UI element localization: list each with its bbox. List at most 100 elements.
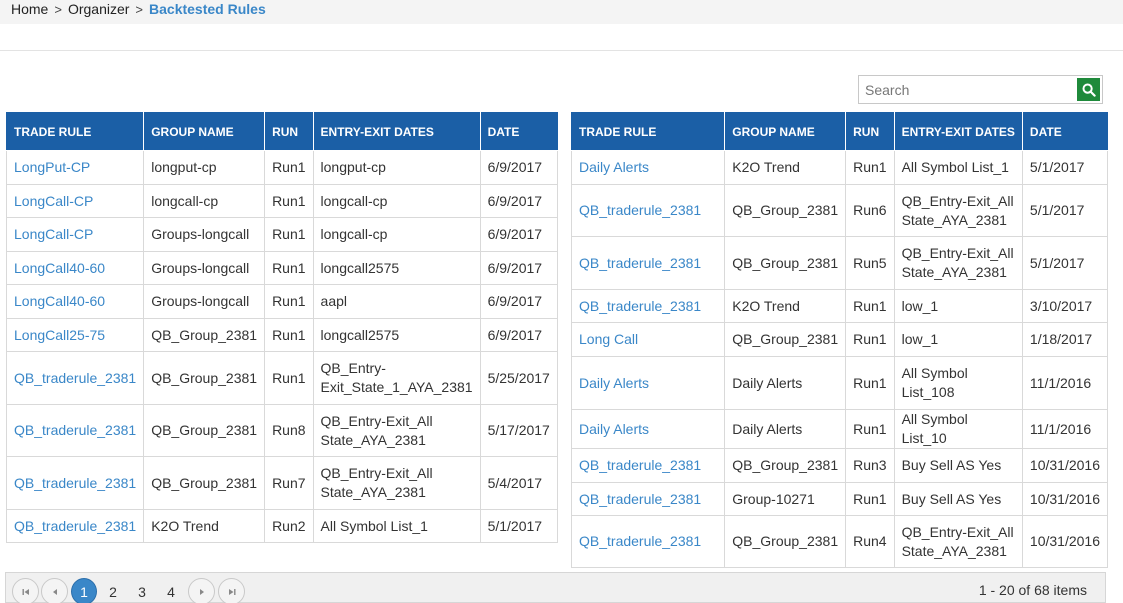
breadcrumb-organizer[interactable]: Organizer [68,1,129,17]
column-header-trade-rule[interactable]: TRADE RULE [570,112,726,151]
page-link-3[interactable]: 3 [129,578,155,603]
date-cell: 6/9/2017 [479,251,558,285]
date-cell: 5/1/2017 [1021,236,1109,290]
trade-rule-link[interactable]: LongCall25-75 [5,318,145,352]
trade-rule-link[interactable]: QB_traderule_2381 [570,482,726,516]
column-header-entry-exit-dates[interactable]: ENTRY-EXIT DATES [893,112,1023,151]
table-row: LongCall-CP Groups-longcall Run1 longcall-c… [5,217,558,252]
pager: 1 2 3 4 1 - 20 of 68 items [5,572,1106,603]
entry-exit-dates-cell: QB_Entry-Exit_All State_AYA_2381 [893,184,1023,237]
group-name-cell: longcall-cp [143,184,266,218]
table-header-row: TRADE RULE GROUP NAME RUN ENTRY-EXIT DAT… [5,112,558,151]
trade-rule-link[interactable]: QB_traderule_2381 [570,236,726,290]
group-name-cell: Daily Alerts [724,356,847,410]
table-row: QB_traderule_2381 QB_Group_2381 Run4 QB_Ent… [570,515,1109,568]
prev-page-button[interactable] [41,578,68,603]
group-name-cell: K2O Trend [724,289,847,323]
group-name-cell: QB_Group_2381 [724,184,847,237]
table-row: Daily Alerts Daily Alerts Run1 All Symbol L… [570,356,1109,410]
date-cell: 6/9/2017 [479,150,558,185]
table-header-row: TRADE RULE GROUP NAME RUN ENTRY-EXIT DAT… [570,112,1109,151]
trade-rule-link[interactable]: LongCall-CP [5,217,145,252]
trade-rule-link[interactable]: LongCall-CP [5,184,145,218]
table-row: Daily Alerts K2O Trend Run1 All Symbol List… [570,150,1109,185]
trade-rule-link[interactable]: LongCall40-60 [5,251,145,285]
entry-exit-dates-cell: longcall-cp [312,217,481,252]
run-cell: Run1 [264,351,314,405]
table-row: QB_traderule_2381 K2O Trend Run1 low_1 3/10/… [570,289,1109,323]
breadcrumb-home[interactable]: Home [11,1,48,17]
breadcrumb-separator: > [135,1,144,17]
column-header-trade-rule[interactable]: TRADE RULE [5,112,145,151]
table-row: QB_traderule_2381 QB_Group_2381 Run5 QB_Ent… [570,236,1109,290]
trade-rule-link[interactable]: LongCall40-60 [5,284,145,319]
run-cell: Run1 [845,409,895,449]
entry-exit-dates-cell: longput-cp [312,150,481,185]
trade-rule-link[interactable]: QB_traderule_2381 [5,509,145,543]
date-cell: 11/1/2016 [1021,356,1109,410]
date-cell: 1/18/2017 [1021,322,1109,357]
date-cell: 3/10/2017 [1021,289,1109,323]
date-cell: 5/1/2017 [479,509,558,543]
entry-exit-dates-cell: longcall2575 [312,318,481,352]
group-name-cell: QB_Group_2381 [724,448,847,483]
trade-rule-link[interactable]: LongPut-CP [5,150,145,185]
entry-exit-dates-cell: aapl [312,284,481,319]
run-cell: Run1 [845,356,895,410]
trade-rule-link[interactable]: Long Call [570,322,726,357]
table-row: QB_traderule_2381 QB_Group_2381 Run8 QB_Ent… [5,404,558,457]
page-link-4[interactable]: 4 [158,578,184,603]
table-row: LongCall-CP longcall-cp Run1 longcall-cp 6/9… [5,184,558,218]
group-name-cell: QB_Group_2381 [724,236,847,290]
page-link-1[interactable]: 1 [71,578,97,603]
column-header-date[interactable]: DATE [1021,112,1109,151]
run-cell: Run1 [845,289,895,323]
backtested-rules-table-left: TRADE RULE GROUP NAME RUN ENTRY-EXIT DAT… [5,112,558,543]
search-icon [1082,83,1096,97]
group-name-cell: QB_Group_2381 [724,515,847,568]
breadcrumb-bar: Home > Organizer > Backtested Rules [0,0,1123,24]
column-header-run[interactable]: RUN [264,112,314,151]
trade-rule-link[interactable]: QB_traderule_2381 [570,289,726,323]
first-page-button[interactable] [12,578,39,603]
column-header-group-name[interactable]: GROUP NAME [724,112,847,151]
date-cell: 5/17/2017 [479,404,558,457]
table-row: QB_traderule_2381 QB_Group_2381 Run1 QB_Ent… [5,351,558,405]
trade-rule-link[interactable]: Daily Alerts [570,150,726,185]
prev-page-icon [52,588,57,595]
group-name-cell: QB_Group_2381 [143,351,266,405]
run-cell: Run1 [264,150,314,185]
column-header-run[interactable]: RUN [845,112,895,151]
entry-exit-dates-cell: QB_Entry-Exit_All State_AYA_2381 [312,456,481,510]
run-cell: Run3 [845,448,895,483]
page-link-2[interactable]: 2 [100,578,126,603]
trade-rule-link[interactable]: QB_traderule_2381 [570,184,726,237]
entry-exit-dates-cell: longcall-cp [312,184,481,218]
column-header-date[interactable]: DATE [479,112,558,151]
column-header-group-name[interactable]: GROUP NAME [143,112,266,151]
table-row: QB_traderule_2381 QB_Group_2381 Run6 QB_Ent… [570,184,1109,237]
date-cell: 5/1/2017 [1021,150,1109,185]
run-cell: Run1 [264,284,314,319]
entry-exit-dates-cell: All Symbol List_108 [893,356,1023,410]
trade-rule-link[interactable]: Daily Alerts [570,356,726,410]
next-page-button[interactable] [188,578,215,603]
last-page-button[interactable] [218,578,245,603]
search-box [858,75,1103,104]
trade-rule-link[interactable]: QB_traderule_2381 [5,456,145,510]
group-name-cell: QB_Group_2381 [724,322,847,357]
search-input[interactable] [859,76,1074,103]
trade-rule-link[interactable]: Daily Alerts [570,409,726,449]
date-cell: 11/1/2016 [1021,409,1109,449]
search-button[interactable] [1077,78,1100,101]
trade-rule-link[interactable]: QB_traderule_2381 [5,404,145,457]
date-cell: 6/9/2017 [479,284,558,319]
breadcrumb: Home > Organizer > Backtested Rules [11,1,266,17]
trade-rule-link[interactable]: QB_traderule_2381 [570,448,726,483]
last-page-icon [228,588,235,595]
date-cell: 6/9/2017 [479,217,558,252]
column-header-entry-exit-dates[interactable]: ENTRY-EXIT DATES [312,112,481,151]
table-row: LongPut-CP longput-cp Run1 longput-cp 6/9/20… [5,150,558,185]
trade-rule-link[interactable]: QB_traderule_2381 [5,351,145,405]
trade-rule-link[interactable]: QB_traderule_2381 [570,515,726,568]
